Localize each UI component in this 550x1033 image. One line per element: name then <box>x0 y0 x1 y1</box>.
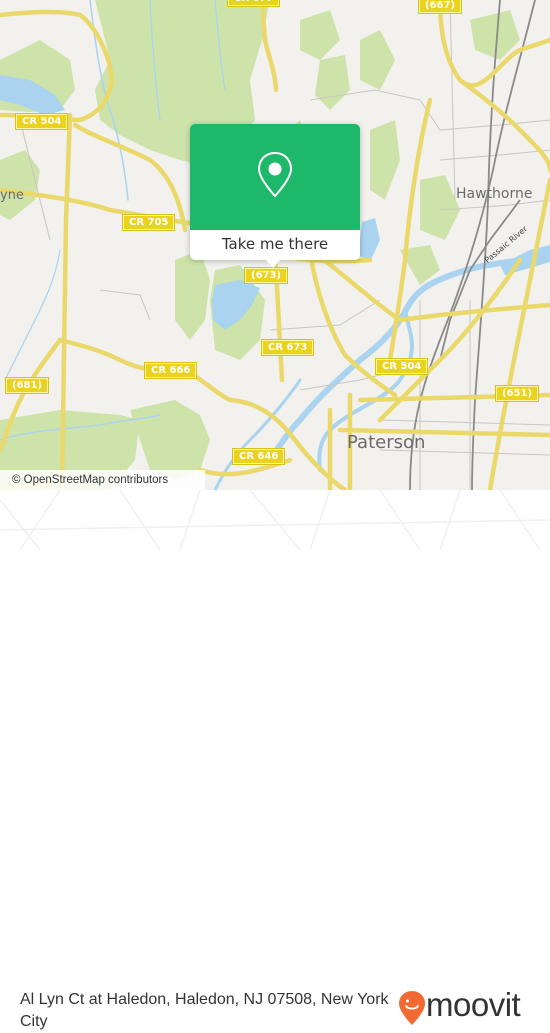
location-pin-icon <box>257 151 293 198</box>
footer-bar: Al Lyn Ct at Haledon, Haledon, NJ 07508,… <box>0 490 550 1030</box>
railways <box>409 0 536 490</box>
place-label-wayne: yne <box>0 188 24 203</box>
moovit-wordmark: moovit <box>426 986 521 1023</box>
road-shield: (681) <box>6 378 49 393</box>
map-view[interactable]: CR 504 CR 705 (673) CR 673 CR 666 (681) … <box>0 0 550 490</box>
road-shield: (651) <box>496 386 539 401</box>
road-shield: CR 504 <box>16 114 68 129</box>
take-me-there-button[interactable]: Take me there <box>190 230 360 260</box>
road-shield: CR 705 <box>123 215 175 230</box>
road-shield: CR 673 <box>262 340 314 355</box>
location-popup: Take me there <box>190 124 360 268</box>
road-shield: CR 504 <box>376 359 428 374</box>
map-attribution[interactable]: © OpenStreetMap contributors <box>0 470 205 490</box>
road-shield: CR 666 <box>145 363 197 378</box>
footer-pattern <box>0 490 550 550</box>
address-text: Al Lyn Ct at Haledon, Haledon, NJ 07508,… <box>20 991 389 1030</box>
road-shield: (673) <box>245 268 288 283</box>
road-shield: (667) <box>419 0 462 13</box>
moovit-logo[interactable]: moovit <box>398 986 548 1031</box>
place-label-hawthorne: Hawthorne <box>456 186 533 202</box>
popup-pointer <box>265 259 281 268</box>
road-shield: CR 646 <box>233 449 285 464</box>
place-label-paterson: Paterson <box>347 432 426 453</box>
popup-header <box>190 124 360 230</box>
moovit-pin-icon <box>399 991 425 1025</box>
road-shield: CR 677 <box>228 0 280 6</box>
